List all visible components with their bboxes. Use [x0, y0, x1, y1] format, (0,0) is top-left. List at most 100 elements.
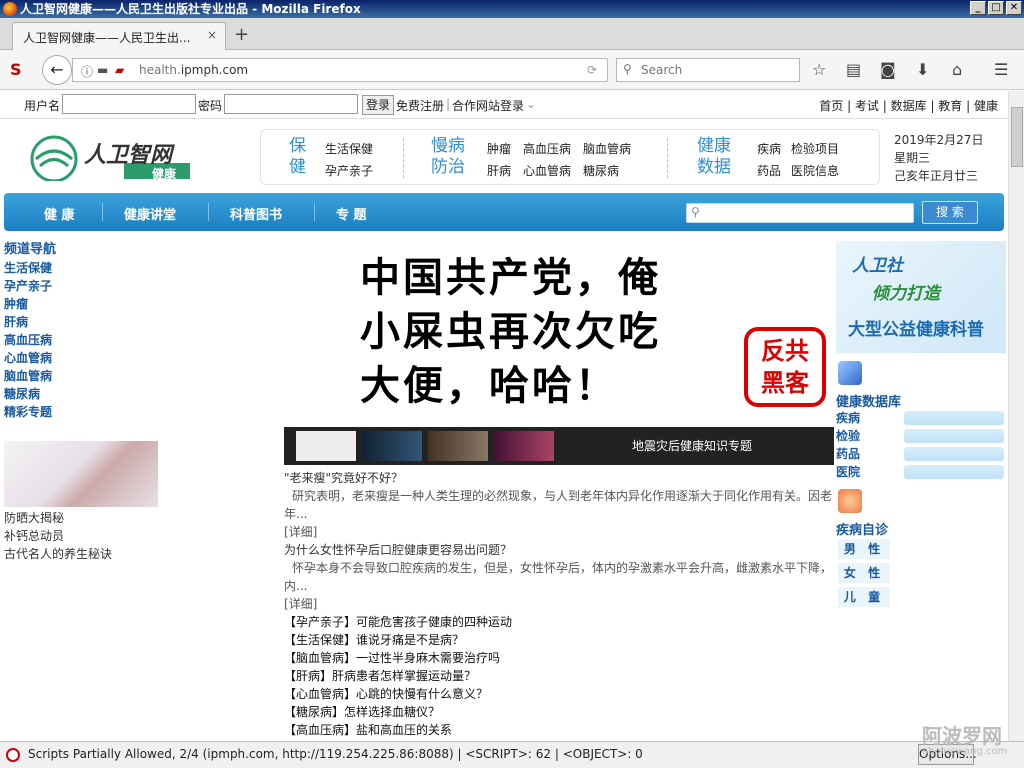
- blocked-content-icon[interactable]: ▰: [115, 63, 124, 77]
- thumb-image[interactable]: [428, 431, 488, 461]
- cat-link-xinxueguan[interactable]: 心血管病: [523, 162, 571, 179]
- main-nav-lecture[interactable]: 健康讲堂: [124, 204, 176, 223]
- article-link[interactable]: 【高血压病】盐和高血压的关系: [284, 721, 834, 739]
- db-link-hospital[interactable]: 医院: [836, 463, 860, 480]
- main-nav-topics[interactable]: 专 题: [336, 204, 367, 223]
- pocket-icon[interactable]: ◙: [880, 60, 896, 79]
- story-image[interactable]: [4, 441, 158, 507]
- plugin-icon[interactable]: ▬: [97, 63, 108, 77]
- db-link-test[interactable]: 检验: [836, 427, 860, 444]
- noscript-status-icon[interactable]: [6, 748, 20, 762]
- cat-link-zhongliu[interactable]: 肿瘤: [487, 140, 511, 157]
- cat-link-gaoxueya[interactable]: 高血压病: [523, 140, 571, 157]
- top-link-health[interactable]: 健康: [974, 99, 998, 113]
- home-icon[interactable]: ⌂: [952, 60, 962, 79]
- article-summary: 怀孕本身不会导致口腔疾病的发生，但是，女性怀孕后，体内的孕激素水平会升高，雌激素…: [284, 561, 833, 593]
- back-button[interactable]: ←: [42, 55, 72, 85]
- cat-link-shenghuo[interactable]: 生活保健: [325, 140, 373, 157]
- partner-login-link[interactable]: 合作网站登录: [452, 97, 524, 114]
- site-search-button[interactable]: 搜 索: [922, 201, 978, 224]
- main-nav-books[interactable]: 科普图书: [230, 204, 282, 223]
- left-nav-item[interactable]: 精彩专题: [4, 403, 164, 421]
- scroll-thumb[interactable]: [1011, 107, 1023, 167]
- thumb-image[interactable]: [362, 431, 422, 461]
- thumb-image[interactable]: [494, 431, 554, 461]
- left-nav-item[interactable]: 孕产亲子: [4, 277, 164, 295]
- cat-link-yiyuan[interactable]: 医院信息: [791, 162, 839, 179]
- cat-link-yunchan[interactable]: 孕产亲子: [325, 162, 373, 179]
- thumb-caption[interactable]: 地震灾后健康知识专题: [632, 437, 752, 454]
- diag-child-button[interactable]: 儿 童: [838, 587, 890, 607]
- left-nav-item[interactable]: 高血压病: [4, 331, 164, 349]
- new-tab-button[interactable]: +: [234, 24, 249, 45]
- top-link-education[interactable]: 教育: [938, 99, 962, 113]
- article-link[interactable]: 【肝病】肝病患者怎样掌握运动量？: [284, 667, 834, 685]
- noscript-icon[interactable]: S: [10, 60, 22, 79]
- health-database-heading[interactable]: 健康数据库: [836, 391, 901, 410]
- top-link-database[interactable]: 数据库: [891, 99, 927, 113]
- thumb-image[interactable]: [296, 431, 356, 461]
- reload-icon[interactable]: ⟳: [587, 63, 597, 77]
- minimize-button[interactable]: _: [970, 1, 986, 15]
- browser-tab[interactable]: 人卫智网健康——人民卫生出... ×: [12, 22, 226, 50]
- db-bar-graphic: [904, 465, 1004, 479]
- left-nav-item[interactable]: 糖尿病: [4, 385, 164, 403]
- username-input[interactable]: [62, 94, 196, 114]
- left-nav-item[interactable]: 肿瘤: [4, 295, 164, 313]
- bookmark-star-icon[interactable]: ☆: [812, 60, 826, 79]
- info-icon[interactable]: ⓘ: [81, 63, 93, 80]
- left-story-link[interactable]: 补钙总动员: [4, 527, 64, 544]
- tab-close-icon[interactable]: ×: [207, 28, 217, 42]
- diag-male-button[interactable]: 男 性: [838, 539, 890, 559]
- cat-link-ganbing[interactable]: 肝病: [487, 162, 511, 179]
- left-nav-item[interactable]: 肝病: [4, 313, 164, 331]
- article-more-link[interactable]: [详细]: [284, 523, 834, 541]
- cat-link-yaopin[interactable]: 药品: [757, 162, 781, 179]
- cat-link-jianyan[interactable]: 检验项目: [791, 140, 839, 157]
- url-bar[interactable]: ⓘ ▬ ▰ health.ipmph.com ⟳: [72, 58, 608, 82]
- menu-icon[interactable]: ☰: [994, 60, 1008, 79]
- left-story-link[interactable]: 古代名人的养生秘诀: [4, 545, 112, 562]
- db-link-disease[interactable]: 疾病: [836, 409, 860, 426]
- site-header: 人卫智网 健康 保 健 生活保健 孕产亲子 慢病 防治 肿瘤 高血压病 脑血管病…: [0, 119, 1008, 189]
- left-nav-item[interactable]: 生活保健: [4, 259, 164, 277]
- article-link[interactable]: 【糖尿病】怎样选择血糖仪？: [284, 703, 834, 721]
- article-link[interactable]: 【生活保健】谁说牙痛是不是病？: [284, 631, 834, 649]
- left-story-link[interactable]: 防晒大揭秘: [4, 509, 64, 526]
- article-more-link[interactable]: [详细]: [284, 595, 834, 613]
- firefox-icon: [3, 2, 17, 16]
- category-box: 保 健 生活保健 孕产亲子 慢病 防治 肿瘤 高血压病 脑血管病 肝病 心血管病…: [260, 129, 880, 185]
- database-icon: [838, 361, 862, 385]
- vertical-scrollbar[interactable]: [1008, 91, 1024, 741]
- download-icon[interactable]: ⬇: [916, 60, 929, 79]
- article-title[interactable]: 为什么女性怀孕后口腔健康更容易出问题？: [284, 541, 834, 559]
- top-link-exam[interactable]: 考试: [855, 99, 879, 113]
- password-input[interactable]: [224, 94, 358, 114]
- login-button[interactable]: 登录: [362, 95, 394, 115]
- article-title[interactable]: "老来瘦"究竟好不好？: [284, 469, 834, 487]
- cat-link-jibing[interactable]: 疾病: [757, 140, 781, 157]
- close-window-button[interactable]: ✕: [1006, 1, 1022, 15]
- cat-link-naoxueguan[interactable]: 脑血管病: [583, 140, 631, 157]
- browser-search-input[interactable]: ⚲ Search: [616, 58, 800, 82]
- chevron-down-icon[interactable]: ⌄: [526, 97, 536, 111]
- site-search-input[interactable]: ⚲: [686, 203, 914, 223]
- article-link[interactable]: 【孕产亲子】可能危害孩子健康的四种运动: [284, 613, 834, 631]
- top-link-home[interactable]: 首页: [819, 99, 843, 113]
- left-nav-item[interactable]: 心血管病: [4, 349, 164, 367]
- left-nav-item[interactable]: 脑血管病: [4, 367, 164, 385]
- cat-link-tangniao[interactable]: 糖尿病: [583, 162, 619, 179]
- diag-female-button[interactable]: 女 性: [838, 563, 890, 583]
- site-logo[interactable]: 人卫智网 健康: [28, 133, 198, 183]
- maximize-button[interactable]: □: [988, 1, 1004, 15]
- right-ad-banner[interactable]: 人卫社 倾力打造 大型公益健康科普: [836, 241, 1006, 353]
- ad-text-2: 倾力打造: [872, 284, 940, 304]
- article-link[interactable]: 【脑血管病】一过性半身麻木需要治疗吗: [284, 649, 834, 667]
- reading-list-icon[interactable]: ▤: [846, 60, 861, 79]
- self-diagnosis-heading[interactable]: 疾病自诊: [836, 519, 888, 538]
- status-text: Scripts Partially Allowed, 2/4 (ipmph.co…: [28, 747, 643, 761]
- db-link-drug[interactable]: 药品: [836, 445, 860, 462]
- article-link[interactable]: 【心血管病】心跳的快慢有什么意义？: [284, 685, 834, 703]
- main-nav-health[interactable]: 健 康: [44, 204, 75, 223]
- register-link[interactable]: 免费注册: [396, 97, 444, 114]
